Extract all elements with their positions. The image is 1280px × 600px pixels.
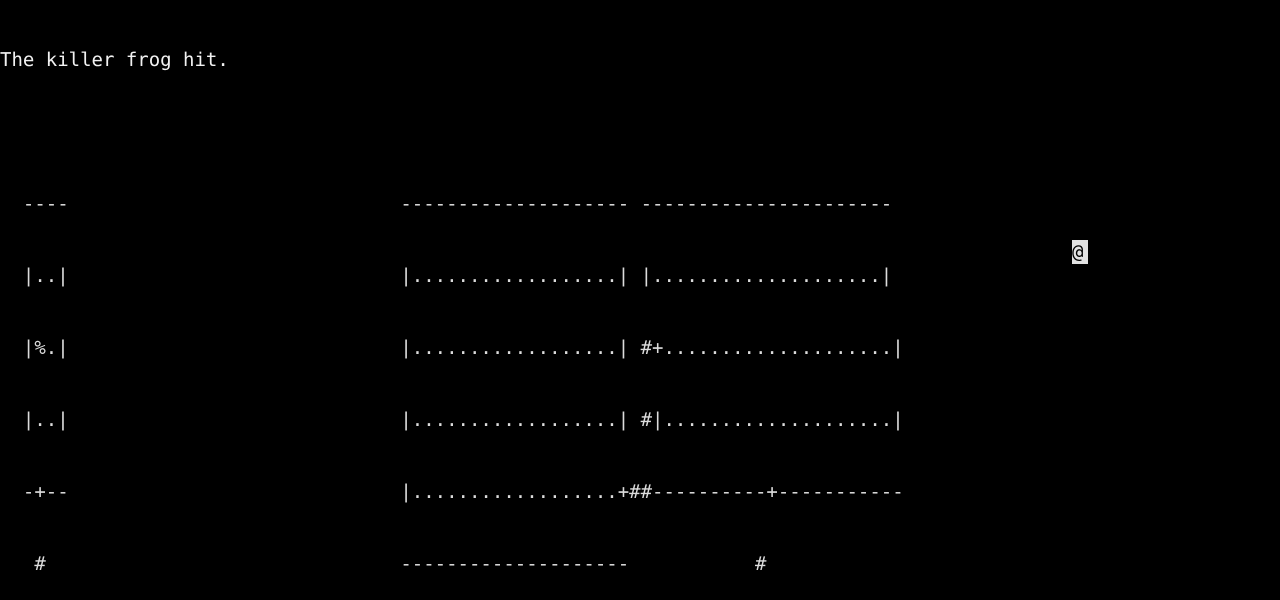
map-line-2: |..| |..................| |.............… xyxy=(0,265,904,287)
message-line: The killer frog hit. xyxy=(0,49,229,71)
map-line-4: |..| |..................| #|............… xyxy=(0,409,916,431)
map-line-6: # -------------------- # xyxy=(0,553,904,575)
map-line-3: |%.| |..................| #+............… xyxy=(0,337,916,359)
map-line-1: ---- -------------------- --------------… xyxy=(0,193,904,215)
map-line-0 xyxy=(0,120,1280,144)
screen-content: The killer frog hit. ---- --------------… xyxy=(0,0,1280,600)
terminal-screen[interactable]: The killer frog hit. ---- --------------… xyxy=(0,0,1280,600)
map-line-5: -+-- |..................+##----------+--… xyxy=(0,481,916,503)
